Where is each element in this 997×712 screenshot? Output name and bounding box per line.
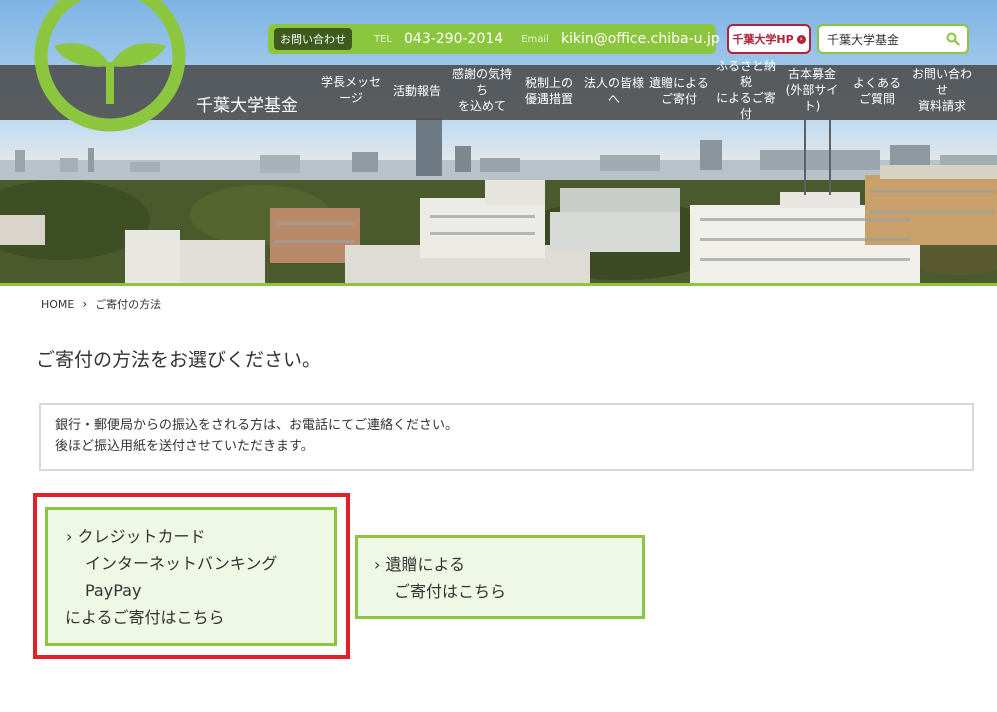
nav-item-activity-report[interactable]: 活動報告 — [390, 83, 444, 99]
nav-item-contact[interactable]: お問い合わ せ 資料請求 — [909, 66, 975, 114]
option-a-line-4: によるご寄付はこちら — [65, 608, 225, 627]
hp-button-label: 千葉大学HP — [732, 33, 794, 46]
nav-item-corporations[interactable]: 法人の皆様 へ — [581, 75, 647, 107]
nav-item-used-book-donation[interactable]: 古本募金 (外部サイ ト) — [781, 66, 843, 114]
nav-item-faq[interactable]: よくある ご質問 — [846, 75, 908, 107]
search-icon[interactable] — [946, 32, 960, 46]
site-brand[interactable]: 千葉大学基金 — [196, 91, 298, 116]
breadcrumb-home[interactable]: HOME — [41, 298, 74, 311]
search-box — [817, 24, 969, 54]
nav-item-bequest[interactable]: 遺贈による ご寄付 — [646, 75, 712, 107]
option-a-line-1: › クレジットカード — [66, 527, 206, 546]
contact-bar: お問い合わせ TEL 043-290-2014 Email kikin@offi… — [268, 24, 720, 54]
nav-item-president-message[interactable]: 学長メッセ ージ — [318, 74, 384, 106]
breadcrumb-current: ご寄付の方法 — [95, 298, 162, 311]
nav-item-tax-benefits[interactable]: 税制上の 優遇措置 — [520, 75, 578, 107]
email-label: Email — [521, 33, 549, 45]
notice-line-2: 後ほど振込用紙を送付させていただきます。 — [55, 439, 314, 454]
bank-transfer-notice: 銀行・郵便局からの振込をされる方は、お電話にてご連絡ください。 後ほど振込用紙を… — [39, 403, 974, 471]
breadcrumb-separator-icon: › — [82, 297, 88, 311]
nav-item-furusato-tax[interactable]: ふるさと納 税 によるご寄 付 — [712, 58, 780, 120]
option-b-line-2: ご寄付はこちら — [394, 582, 507, 601]
search-input[interactable] — [827, 32, 945, 46]
option-a-line-2: インターネットバンキング — [85, 554, 278, 573]
breadcrumb: HOME › ご寄付の方法 — [41, 296, 161, 312]
nav-item-gratitude[interactable]: 感謝の気持 ち を込めて — [448, 66, 516, 114]
notice-line-1: 銀行・郵便局からの振込をされる方は、お電話にてご連絡ください。 — [55, 418, 459, 433]
fund-logo-icon[interactable] — [34, 0, 190, 134]
option-a-line-3: PayPay — [85, 581, 142, 600]
university-hp-button[interactable]: 千葉大学HP › — [727, 24, 811, 54]
option-b-line-1: › 遺贈による — [374, 555, 466, 574]
page-title: ご寄付の方法をお選びください。 — [36, 349, 322, 371]
chevron-right-icon: › — [796, 34, 806, 44]
card-banking-paypay-donation-button[interactable]: › クレジットカード インターネットバンキング PayPay によるご寄付はこち… — [45, 507, 337, 646]
email-link[interactable]: kikin@office.chiba-u.jp — [561, 31, 720, 47]
tel-value[interactable]: 043-290-2014 — [404, 31, 503, 47]
tel-label: TEL — [374, 33, 392, 45]
header-divider — [0, 283, 997, 286]
contact-label[interactable]: お問い合わせ — [274, 28, 352, 50]
bequest-donation-button[interactable]: › 遺贈による ご寄付はこちら — [355, 535, 645, 619]
